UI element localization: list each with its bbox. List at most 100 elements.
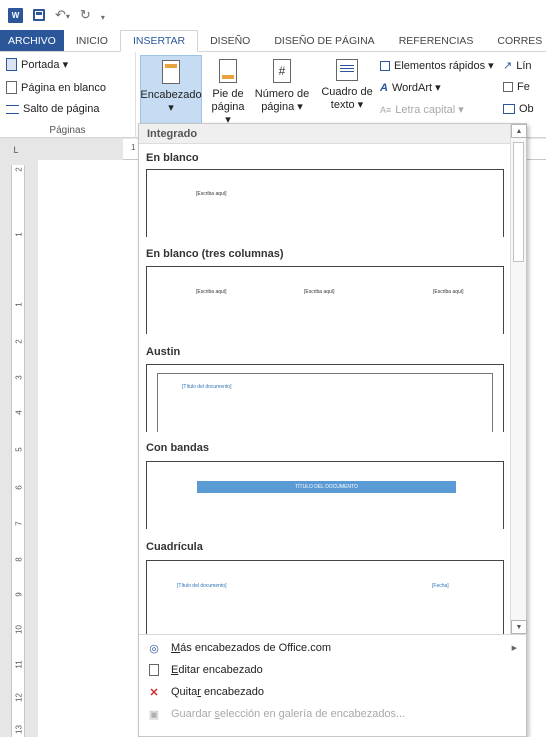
remove-header-item[interactable]: ✕ Quitar encabezado — [139, 682, 527, 702]
footer-icon — [219, 59, 237, 83]
v-ruler-tick: 6 — [14, 485, 24, 490]
wordart-label: WordArt ▾ — [391, 82, 441, 94]
portada-label: Portada ▾ — [21, 59, 69, 71]
save-selection-label: Guardar selección en galería de encabeza… — [171, 708, 406, 720]
office-com-icon: ◎ — [149, 642, 159, 655]
object-icon — [503, 104, 515, 114]
date-icon — [503, 82, 513, 92]
tab-inicio[interactable]: INICIO — [64, 30, 120, 52]
tab-diseno-pagina[interactable]: DISEÑO DE PÁGINA — [262, 30, 386, 52]
quick-access-toolbar: W ↶▾ ↻ ▾ — [0, 0, 546, 30]
v-ruler-tick: 8 — [14, 557, 24, 562]
page-number-icon: # — [273, 59, 291, 83]
gallery-title-en-blanco: En blanco — [146, 152, 199, 164]
page-number-label-1: Número de — [254, 88, 310, 100]
undo-icon[interactable]: ↶▾ — [55, 7, 70, 23]
v-ruler-tick: 12 — [14, 693, 24, 702]
word-app-icon[interactable]: W — [8, 7, 23, 23]
v-ruler-tick: 2 — [14, 339, 24, 344]
v-ruler-tick: 7 — [14, 521, 24, 526]
v-ruler-tick: 1 — [14, 302, 24, 307]
scroll-down-icon[interactable]: ▼ — [511, 620, 527, 634]
wordart-icon: A — [380, 81, 388, 94]
line-label: Lín — [516, 59, 532, 72]
gallery-item-con-bandas[interactable]: TÍTULO DEL DOCUMENTO — [146, 461, 504, 529]
tab-insertar[interactable]: INSERTAR — [119, 30, 199, 52]
cover-page-icon — [6, 58, 17, 71]
edit-header-item[interactable]: Editar encabezado — [139, 660, 527, 680]
redo-icon[interactable]: ↻ — [80, 7, 91, 23]
page-break-icon — [6, 104, 19, 114]
line-icon: ↗ — [503, 60, 513, 72]
v-ruler-tick: 3 — [14, 375, 24, 380]
gallery-scrollbar[interactable]: ▲ ▼ — [510, 124, 527, 634]
tab-archivo[interactable]: ARCHIVO — [0, 30, 64, 52]
portada-button[interactable]: Portada ▾ — [6, 58, 68, 71]
header-label: Encabezado — [140, 89, 202, 101]
drop-cap-button[interactable]: A≡ Letra capital ▾ — [380, 103, 464, 116]
blank-page-label: Página en blanco — [21, 81, 107, 94]
date-button[interactable]: Fe — [503, 81, 530, 93]
tab-referencias[interactable]: REFERENCIAS — [387, 30, 486, 52]
line-button[interactable]: ↗ Lín — [503, 59, 532, 73]
gallery-item-en-blanco[interactable]: [Escriba aquí] — [146, 169, 504, 237]
gallery-item-austin[interactable]: [Título del documento] — [146, 364, 504, 432]
date-label: Fe — [517, 81, 530, 93]
blank-page-button[interactable]: Página en blanco — [6, 81, 106, 94]
text-box-label-1: Cuadro de — [321, 86, 373, 98]
placeholder-text: TÍTULO DEL DOCUMENTO — [295, 484, 358, 490]
quick-parts-button[interactable]: Elementos rápidos ▾ — [380, 59, 494, 72]
vertical-ruler[interactable]: 2 1 1 2 3 4 5 6 7 8 9 10 11 12 13 — [11, 165, 25, 737]
page-break-button[interactable]: Salto de página — [6, 103, 99, 115]
wordart-button[interactable]: A WordArt ▾ — [380, 81, 441, 95]
gallery-title-austin: Austin — [146, 346, 181, 358]
edit-header-icon — [147, 663, 161, 677]
gallery-title-cuadricula: Cuadrícula — [146, 541, 203, 553]
menu-separator — [139, 634, 527, 635]
header-gallery-dropdown: Integrado ▲ ▼ En blanco [Escriba aquí] E… — [138, 123, 527, 737]
ruler-tab-selector[interactable]: L — [0, 139, 32, 160]
save-icon[interactable] — [33, 9, 45, 21]
footer-label-1: Pie de — [212, 88, 244, 100]
gallery-section-header: Integrado — [139, 124, 511, 144]
placeholder-text: [Fecha] — [432, 583, 449, 589]
ribbon-tabs: ARCHIVO INICIO INSERTAR DISEÑO DISEÑO DE… — [0, 30, 546, 52]
footer-button[interactable]: Pie de página ▾ — [208, 55, 248, 127]
gallery-item-cuadricula[interactable]: [Título del documento] [Fecha] — [146, 560, 504, 634]
text-box-icon — [336, 59, 358, 81]
header-button[interactable]: Encabezado ▾ — [140, 55, 202, 127]
object-label: Ob — [519, 103, 534, 115]
v-ruler-tick: 9 — [14, 592, 24, 597]
placeholder-text: [Título del documento] — [177, 583, 227, 589]
gallery-item-tres-columnas[interactable]: [Escriba aquí] [Escriba aquí] [Escriba a… — [146, 266, 504, 334]
page-number-button[interactable]: # Número de página ▾ — [252, 55, 312, 114]
remove-header-icon: ✕ — [149, 686, 159, 699]
austin-frame — [157, 373, 493, 432]
remove-header-label: Quitar encabezado — [171, 686, 264, 698]
text-box-label-2: texto ▾ — [330, 99, 364, 111]
v-ruler-tick: 5 — [14, 447, 24, 452]
header-icon — [162, 60, 180, 84]
scroll-thumb[interactable] — [513, 142, 524, 262]
placeholder-text: [Escriba aquí] — [304, 289, 335, 295]
customize-qat-icon[interactable]: ▾ — [101, 8, 105, 23]
title-band: TÍTULO DEL DOCUMENTO — [197, 481, 456, 493]
page-number-label-2: página ▾ — [261, 101, 303, 113]
blank-page-icon — [6, 81, 17, 94]
text-box-button[interactable]: Cuadro de texto ▾ — [320, 55, 374, 112]
save-selection-gallery-item: ▣ Guardar selección en galería de encabe… — [139, 704, 527, 724]
v-ruler-tick: 2 — [14, 167, 24, 172]
v-ruler-tick: 4 — [14, 410, 24, 415]
placeholder-text: [Escriba aquí] — [196, 289, 227, 295]
scroll-up-icon[interactable]: ▲ — [511, 124, 527, 138]
header-dropdown-arrow: ▾ — [168, 102, 174, 114]
placeholder-text: [Escriba aquí] — [433, 289, 464, 295]
tab-correspondencia[interactable]: CORRES — [485, 30, 546, 52]
gallery-title-con-bandas: Con bandas — [146, 442, 209, 454]
more-headers-office-item[interactable]: ◎ Más encabezados de Office.com ▶ — [139, 638, 527, 658]
v-ruler-tick: 1 — [14, 232, 24, 237]
tab-diseno[interactable]: DISEÑO — [198, 30, 262, 52]
object-button[interactable]: Ob — [503, 103, 534, 115]
drop-cap-label: Letra capital ▾ — [395, 104, 464, 116]
placeholder-text: [Escriba aquí] — [196, 191, 227, 197]
